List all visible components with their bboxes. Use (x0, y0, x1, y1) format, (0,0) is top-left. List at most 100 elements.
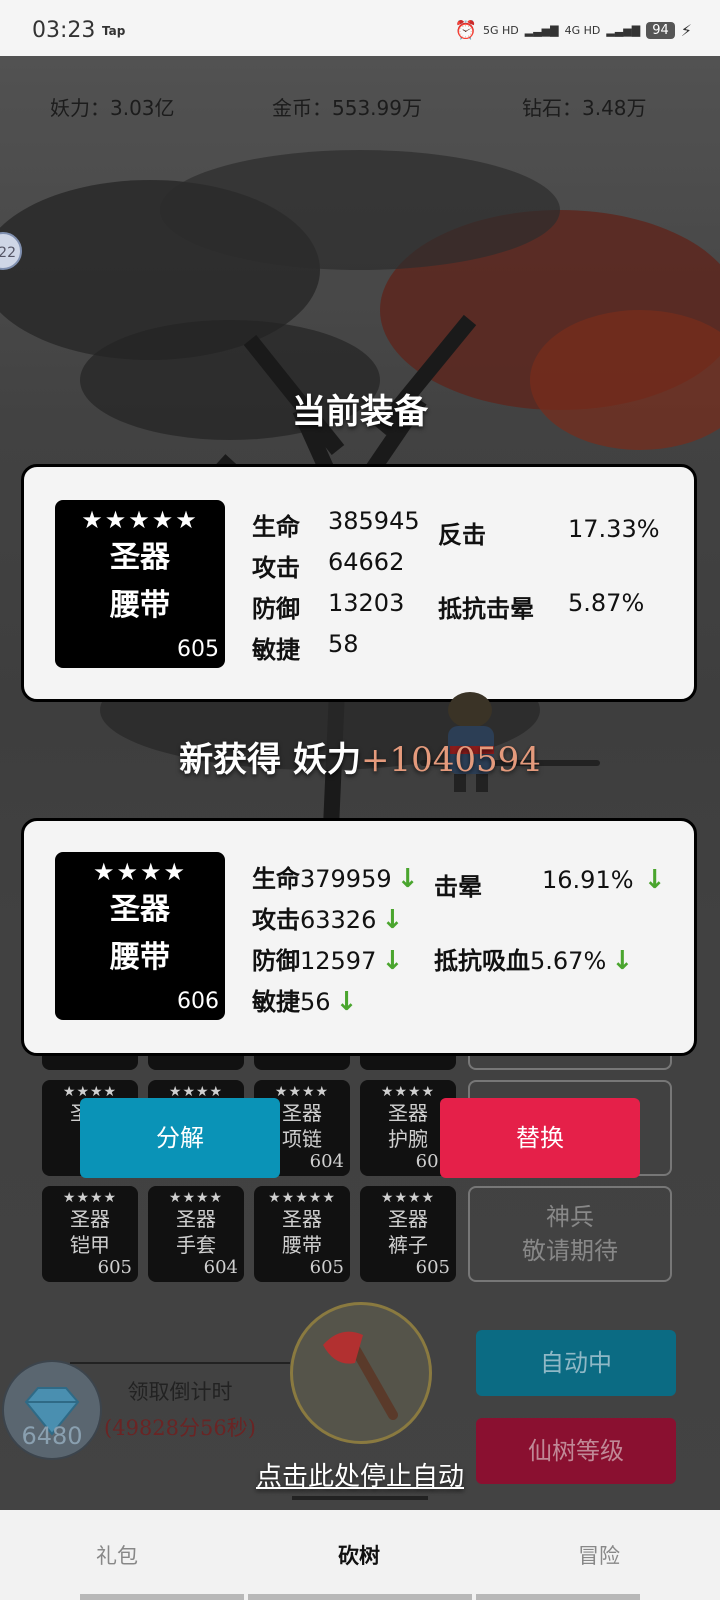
rarity-stars: ★★★★★ (268, 1190, 336, 1206)
item-name-line2: 腰带 (110, 588, 170, 623)
stat-label: 攻击 (252, 553, 300, 582)
stop-auto-link[interactable]: 点击此处停止自动 (0, 1456, 720, 1493)
extra-stat-value: 5.87% (568, 589, 645, 617)
network-5g: 5G HD (483, 24, 519, 37)
locked-slot-line2: 敬请期待 (522, 1237, 618, 1265)
stat-row: 防御12597 ↓ (252, 941, 403, 976)
item-name-line2: 腰带 (110, 940, 170, 975)
extra-stat-label: 反击 (438, 520, 486, 549)
decompose-button[interactable]: 分解 (80, 1098, 280, 1178)
slot-name: 圣器 (388, 1207, 428, 1231)
dim-overlay (0, 56, 720, 1510)
stat-label: 生命 (252, 512, 300, 541)
stat-value: 63326 (300, 906, 377, 934)
auto-button[interactable]: 自动中 (476, 1330, 676, 1396)
current-equipment-title: 当前装备 (292, 392, 428, 432)
slot-name: 裤子 (388, 1233, 428, 1257)
equipment-slot[interactable]: ★★★★ 圣器 手套 604 (148, 1186, 244, 1282)
yaoli-resource: 妖力：3.03亿 (50, 96, 175, 120)
axe-icon (323, 1331, 398, 1420)
stat-value: 56 (300, 988, 331, 1016)
locked-slot-line1: 神兵 (546, 1203, 594, 1231)
stat-label: 防御 (252, 946, 300, 975)
network-4g: 4G HD (564, 24, 601, 37)
status-time: 03:23 (32, 18, 96, 43)
stat-row: 生命379959 ↓ (252, 859, 419, 894)
grid-cell-partial (254, 1056, 350, 1070)
item-name-line1: 圣器 (110, 892, 170, 927)
extra-stat-row: 抵抗吸血5.67% ↓ (434, 941, 633, 976)
grid-cell-partial (42, 1056, 138, 1070)
current-equipment-card: ★★★★★ 圣器 腰带 605 生命 385945 攻击 64662 防御 13… (21, 464, 697, 702)
item-number: 605 (177, 637, 219, 662)
nav-indicator (80, 1594, 244, 1600)
new-item-title: 新获得 妖力+1040594 (0, 732, 720, 781)
stat-row: 攻击63326 ↓ (252, 900, 403, 935)
item-name-line1: 圣器 (110, 540, 170, 575)
extra-stat-label: 抵抗击晕 (438, 594, 534, 623)
decrease-arrow-icon: ↓ (611, 946, 634, 976)
slot-number: 605 (97, 1257, 132, 1278)
chop-axe-button[interactable] (290, 1302, 432, 1444)
replace-button[interactable]: 替换 (440, 1098, 640, 1178)
nav-indicator (476, 1594, 640, 1600)
new-item-icon: ★★★★ 圣器 腰带 606 (55, 852, 225, 1020)
alarm-icon: ⏰ (454, 20, 477, 41)
stat-value: 385945 (328, 507, 420, 535)
decrease-arrow-icon: ↓ (396, 864, 419, 894)
countdown-panel: 领取倒计时 (49828分56秒) (70, 1362, 290, 1454)
extra-stat-value: 5.67% (530, 947, 607, 975)
stat-value: 379959 (300, 865, 392, 893)
charging-icon: ⚡ (680, 21, 692, 40)
battery-level: 94 (646, 22, 675, 39)
nav-indicator (248, 1594, 472, 1600)
rarity-stars: ★★★★ (92, 858, 188, 886)
decrease-arrow-icon: ↓ (643, 865, 666, 895)
rarity-stars: ★★★★ (380, 1084, 436, 1100)
nav-tab-adventure[interactable]: 冒险 (578, 1540, 620, 1570)
rarity-stars: ★★★★ (62, 1190, 118, 1206)
status-bar: 03:23 Tap ⏰ 5G HD ▂▃▅▇ 4G HD ▂▃▅▇ 94 ⚡ (0, 0, 720, 56)
grid-cell-partial (148, 1056, 244, 1070)
nav-tab-gift[interactable]: 礼包 (96, 1540, 138, 1570)
stat-value: 12597 (300, 947, 377, 975)
diamond-resource: 钻石：3.48万 (522, 96, 647, 120)
slot-name: 铠甲 (70, 1233, 110, 1257)
countdown-label: 领取倒计时 (127, 1380, 233, 1404)
status-tap: Tap (102, 24, 126, 38)
signal-icon: ▂▃▅▇ (606, 24, 641, 37)
item-number: 606 (177, 989, 219, 1014)
equipment-slot[interactable]: ★★★★ 圣器 裤子 605 (360, 1186, 456, 1282)
extra-stat-value: 16.91% (542, 866, 634, 894)
nav-tab-chop[interactable]: 砍树 (338, 1540, 380, 1570)
equipment-slot[interactable]: ★★★★★ 圣器 腰带 605 (254, 1186, 350, 1282)
locked-slot: 神兵 敬请期待 (468, 1186, 672, 1282)
slot-number: 604 (309, 1151, 344, 1172)
slot-number: 605 (309, 1257, 344, 1278)
countdown-value: (49828分56秒) (104, 1416, 256, 1440)
slot-number: 604 (203, 1257, 238, 1278)
extra-stat-label: 抵抗吸血 (434, 946, 530, 975)
stat-value: 64662 (328, 548, 405, 576)
rarity-stars: ★★★★★ (81, 506, 199, 534)
stat-label: 防御 (252, 594, 300, 623)
extra-stat-row: 16.91% ↓ (542, 865, 665, 895)
axe-underline (292, 1496, 428, 1500)
new-equipment-card: ★★★★ 圣器 腰带 606 生命379959 ↓ 攻击63326 ↓ 防御12… (21, 818, 697, 1056)
slot-name: 圣器 (282, 1207, 322, 1231)
decrease-arrow-icon: ↓ (381, 905, 404, 935)
locked-slot-partial (468, 1056, 672, 1070)
signal-icon: ▂▃▅▇ (524, 24, 559, 37)
slot-number: 605 (415, 1257, 450, 1278)
extra-stat-value: 17.33% (568, 515, 660, 543)
extra-stat-label: 击晕 (434, 872, 482, 901)
decrease-arrow-icon: ↓ (335, 987, 358, 1017)
current-item-icon: ★★★★★ 圣器 腰带 605 (55, 500, 225, 668)
stat-row: 敏捷56 ↓ (252, 982, 357, 1017)
grid-cell-partial (360, 1056, 456, 1070)
stat-label: 敏捷 (252, 635, 300, 664)
equipment-slot[interactable]: ★★★★ 圣器 铠甲 605 (42, 1186, 138, 1282)
stat-label: 敏捷 (252, 987, 300, 1016)
slot-name: 手套 (176, 1233, 216, 1257)
slot-name: 圣器 (70, 1207, 110, 1231)
